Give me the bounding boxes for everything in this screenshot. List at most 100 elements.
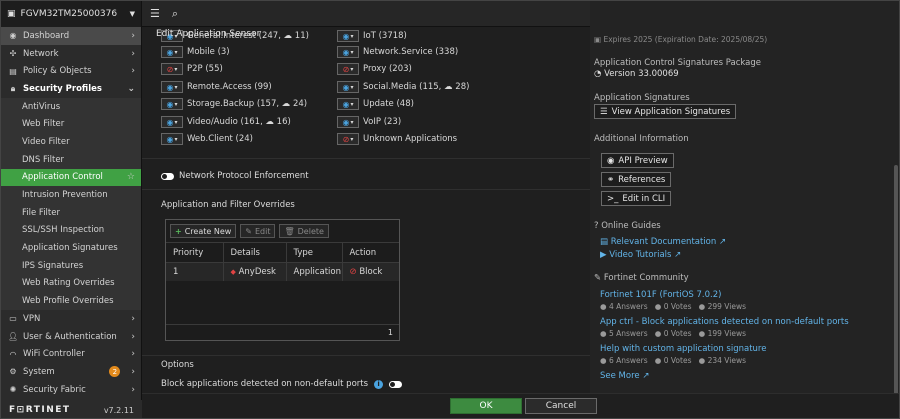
sidebar-item-ssl-ssh-inspection[interactable]: SSL/SSH Inspection (1, 221, 141, 240)
sidebar-item-security-fabric[interactable]: ✺ Security Fabric › (1, 381, 141, 399)
category-label: Unknown Applications (363, 134, 458, 144)
sidebar-item-label: Web Rating Overrides (22, 278, 115, 289)
thread-meta: ● 5 Answers ● 0 Votes ● 199 Views (600, 329, 746, 338)
dialog-title: Edit Application Sensor (156, 29, 261, 39)
block-nondefault-toggle[interactable] (389, 380, 403, 388)
chevron-down-icon: ▼ (129, 10, 135, 18)
action-dropdown[interactable]: ◉ ▾ (161, 98, 183, 110)
block-nondefault-label: Block applications detected on non-defau… (161, 379, 369, 389)
sidebar-item-dns-filter[interactable]: DNS Filter (1, 150, 141, 169)
sidebar-item-label: Network (23, 48, 59, 59)
sidebar-item-label: User & Authentication (23, 331, 117, 342)
eye-icon: ◉ (342, 117, 350, 127)
action-dropdown[interactable]: ⊘ ▾ (337, 63, 359, 75)
sidebar-item-label: WiFi Controller (23, 349, 85, 360)
action-dropdown[interactable]: ◉ ▾ (161, 133, 183, 145)
link-label: Relevant Documentation (610, 237, 717, 247)
panel-scrollbar[interactable] (894, 165, 898, 418)
chevron-right-icon: › (131, 384, 135, 395)
video-icon: ▶ (600, 250, 607, 260)
eye-icon: ◉ (342, 47, 350, 57)
star-icon[interactable]: ☆ (127, 172, 135, 182)
community-title: ✎ Fortinet Community (594, 273, 689, 283)
sidebar-item-security-profiles[interactable]: 🔒︎ Security Profiles ⌄ (1, 80, 141, 98)
video-tutorials-link[interactable]: ▶ Video Tutorials ↗ (600, 250, 681, 260)
action-dropdown[interactable]: ◉ ▾ (161, 46, 183, 58)
divider (142, 158, 590, 159)
sensor-form: ◉ ▾ General.Interest (247, ☁ 11) ◉ ▾ Mobile … (142, 27, 590, 393)
link-label: See More (600, 371, 640, 381)
api-preview-button[interactable]: ◉ API Preview (601, 153, 674, 168)
sidebar-item-policy-objects[interactable]: ▤ Policy & Objects › (1, 62, 141, 80)
device-selector[interactable]: ▣ FGVM32TM25000376 ▼ (1, 1, 141, 27)
sidebar-item-application-signatures[interactable]: Application Signatures (1, 239, 141, 257)
sidebar-item-intrusion-prevention[interactable]: Intrusion Prevention (1, 186, 141, 204)
community-thread-link[interactable]: App ctrl - Block applications detected o… (600, 317, 849, 327)
sidebar-item-vpn[interactable]: ▭ VPN › (1, 310, 141, 328)
sidebar-item-video-filter[interactable]: Video Filter (1, 133, 141, 151)
cell-priority: 1 (166, 262, 224, 281)
ok-button[interactable]: OK (450, 398, 522, 414)
sidebar-item-dashboard[interactable]: ◉ Dashboard › (1, 27, 141, 45)
edit-button[interactable]: ✎ Edit (240, 224, 276, 238)
sidebar-item-label: Application Signatures (22, 243, 118, 254)
sidebar-item-application-control[interactable]: Application Control ☆ (1, 168, 141, 187)
cancel-button[interactable]: Cancel (525, 398, 597, 414)
eye-icon: ◉ (166, 99, 174, 109)
action-dropdown[interactable]: ◉ ▾ (337, 30, 359, 42)
fabric-icon: ✺ (9, 385, 17, 395)
action-dropdown[interactable]: ◉ ▾ (337, 116, 359, 128)
sidebar-item-ips-signatures[interactable]: IPS Signatures (1, 256, 141, 275)
category-label: IoT (3718) (363, 31, 407, 41)
category-web-client: ◉ ▾ Web.Client (24) (161, 132, 253, 146)
action-dropdown[interactable]: ◉ ▾ (161, 81, 183, 93)
fortinet-logo: F⊡RTINET (9, 405, 71, 415)
action-dropdown[interactable]: ◉ ▾ (161, 116, 183, 128)
list-icon: ☰ (600, 106, 608, 117)
sidebar-item-file-filter[interactable]: File Filter (1, 203, 141, 222)
sidebar-item-label: Web Profile Overrides (22, 296, 114, 307)
sidebar-item-system[interactable]: ⚙ System 2 › (1, 363, 141, 381)
sidebar-item-antivirus[interactable]: AntiVirus (1, 97, 141, 116)
column-header-details[interactable]: Details (223, 242, 287, 263)
button-label: References (618, 174, 666, 185)
view-signatures-button[interactable]: ☰ View Application Signatures (594, 104, 737, 119)
column-header-priority[interactable]: Priority (166, 242, 224, 263)
delete-button[interactable]: 🗑︎ Delete (279, 224, 329, 238)
relevant-documentation-link[interactable]: ▤ Relevant Documentation ↗ (600, 237, 726, 247)
column-header-action[interactable]: Action (342, 242, 399, 263)
sidebar-item-wifi-controller[interactable]: ◠ WiFi Controller › (1, 345, 141, 363)
action-dropdown[interactable]: ⊘ ▾ (337, 133, 359, 145)
category-label: Web.Client (24) (187, 134, 253, 144)
search-icon[interactable]: ⌕ (172, 7, 178, 21)
divider (142, 189, 590, 190)
pkg-title: Application Control Signatures Package (594, 58, 761, 68)
sidebar-item-label: Security Fabric (23, 384, 86, 395)
network-protocol-enforcement-toggle[interactable] (161, 172, 174, 180)
action-dropdown[interactable]: ⊘ ▾ (161, 63, 183, 75)
action-dropdown[interactable]: ◉ ▾ (337, 98, 359, 110)
eye-icon: ◉ (342, 31, 350, 41)
community-thread-link[interactable]: Fortinet 101F (FortiOS 7.0.2) (600, 290, 721, 300)
create-new-button[interactable]: + Create New (170, 224, 237, 238)
sidebar-item-network[interactable]: ✣ Network › (1, 45, 141, 63)
table-row[interactable]: 1 ◆ AnyDesk Application ⊘ Block (166, 262, 399, 281)
community-thread-link[interactable]: Help with custom application signature (600, 344, 766, 354)
sidebar-item-web-profile-overrides[interactable]: Web Profile Overrides (1, 292, 141, 310)
vpn-icon: ▭ (9, 314, 17, 324)
action-dropdown[interactable]: ◉ ▾ (337, 81, 359, 93)
action-dropdown[interactable]: ◉ ▾ (337, 46, 359, 58)
category-label: Storage.Backup (157, ☁ 24) (187, 99, 308, 109)
references-button[interactable]: ⚭ References (601, 172, 672, 187)
info-icon[interactable]: i (374, 379, 384, 389)
thread-views: 234 Views (707, 356, 746, 365)
column-header-type[interactable]: Type (286, 242, 343, 263)
menu-icon[interactable]: ☰ (150, 7, 160, 20)
sidebar-item-user-authentication[interactable]: 👤︎ User & Authentication › (1, 328, 141, 346)
see-more-link[interactable]: See More ↗ (600, 371, 649, 381)
category-unknown-applications: ⊘ ▾ Unknown Applications (337, 132, 457, 146)
edit-in-cli-button[interactable]: >_ Edit in CLI (601, 191, 672, 206)
sidebar-item-web-filter[interactable]: Web Filter (1, 115, 141, 134)
notification-badge: 2 (109, 366, 121, 378)
sidebar-item-web-rating-overrides[interactable]: Web Rating Overrides (1, 274, 141, 293)
